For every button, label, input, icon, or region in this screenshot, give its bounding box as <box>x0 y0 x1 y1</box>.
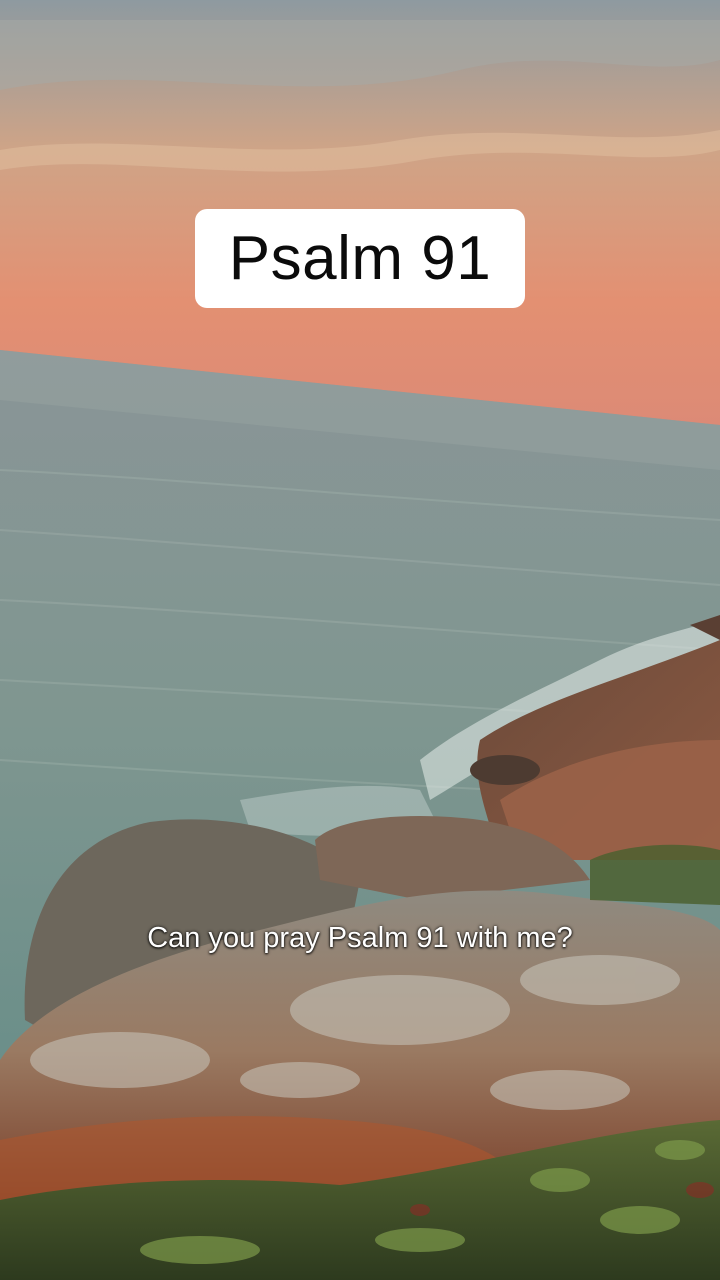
background-scene <box>0 0 720 1280</box>
video-title: Psalm 91 <box>228 223 492 293</box>
video-caption: Can you pray Psalm 91 with me? <box>147 922 573 954</box>
video-frame[interactable]: Psalm 91 Can you pray Psalm 91 with me? <box>0 0 720 1280</box>
title-card: Psalm 91 <box>195 209 525 308</box>
